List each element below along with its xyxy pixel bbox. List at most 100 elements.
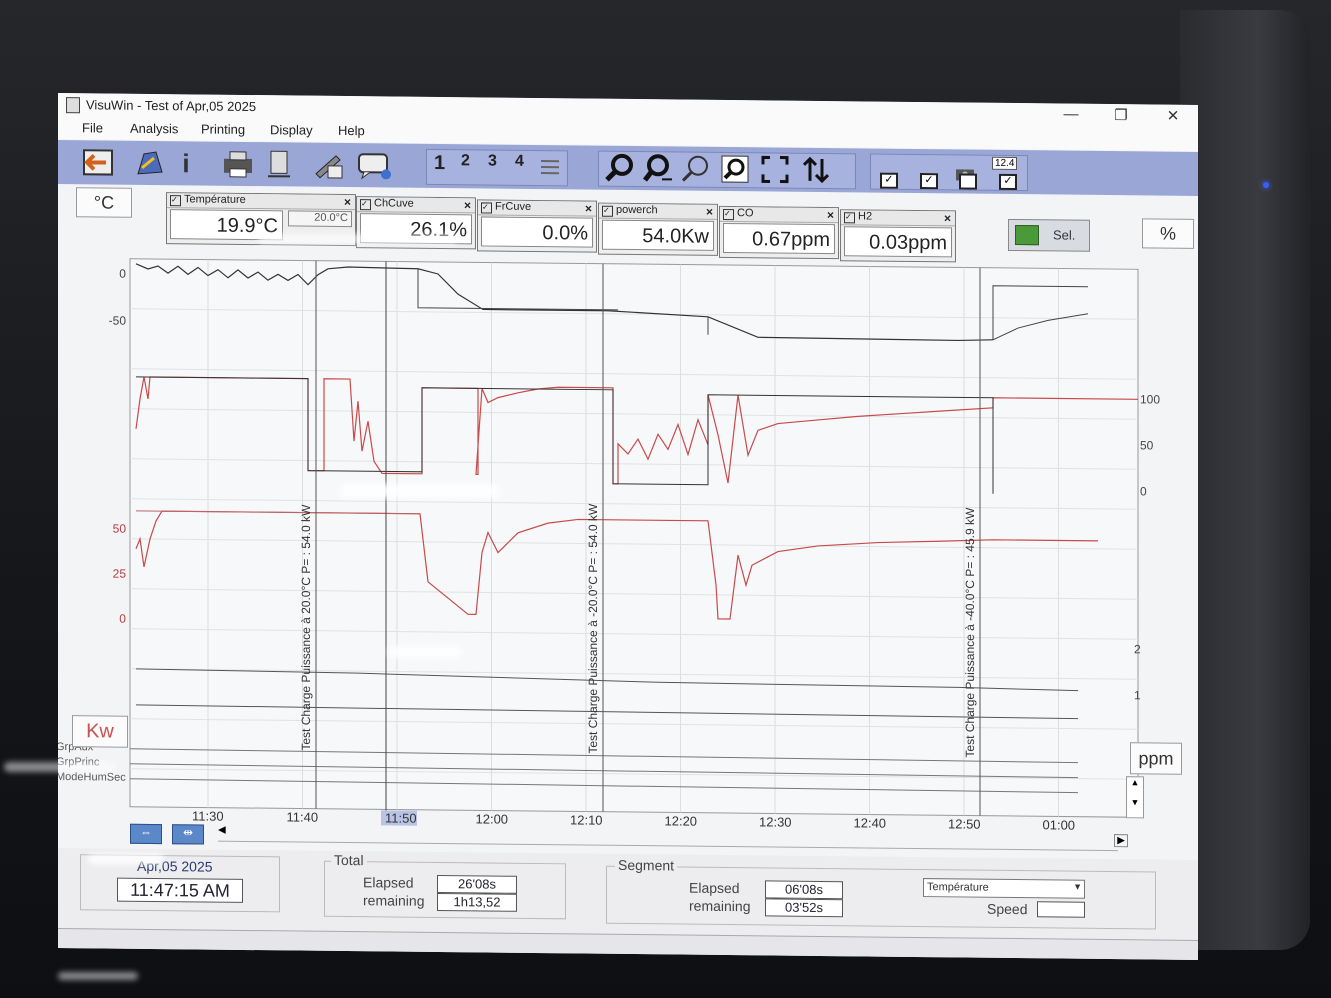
shrink-time-button[interactable]: ⇹ xyxy=(172,824,204,845)
sensor-chcuve-name: ChCuve xyxy=(374,197,414,210)
sensor-temperature-setpoint: 20.0°C xyxy=(288,210,352,228)
sensor-powerch-value: 54.0Kw xyxy=(602,219,714,251)
expand-time-button[interactable]: ⇔ xyxy=(130,823,162,845)
sensor-chcuve-checkbox[interactable]: ✓ xyxy=(360,199,371,211)
segment-remaining-label: remaining xyxy=(689,897,751,915)
exit-icon[interactable] xyxy=(78,146,118,178)
y-tick-ppm: 2 xyxy=(1134,642,1141,656)
segment-label: Segment xyxy=(615,856,678,874)
menu-help[interactable]: Help xyxy=(338,123,365,138)
zoom-in-icon[interactable] xyxy=(678,152,714,184)
total-elapsed-value: 26'08s xyxy=(437,874,517,894)
trend-chart: 0-501005005025021GrpAuxGrpPrincModeHumSe… xyxy=(58,248,1198,840)
scroll-left-icon[interactable]: ◀ xyxy=(218,825,226,836)
unit-kw-label: Kw xyxy=(72,715,128,748)
page-2-button[interactable]: 2 xyxy=(461,152,470,170)
unit-percent-label: % xyxy=(1142,218,1194,249)
edit-icon[interactable] xyxy=(308,149,348,181)
speed-label: Speed xyxy=(987,900,1028,918)
unit-celsius-label: °C xyxy=(76,187,132,218)
monitor-edge xyxy=(1180,10,1310,950)
x-tick-label: 11:30 xyxy=(192,808,224,824)
sensor-frcuve-name: FrCuve xyxy=(495,200,532,213)
x-tick-label: 12:00 xyxy=(475,811,509,827)
option-checkbox-2[interactable]: ✓ xyxy=(920,173,938,190)
menu-analysis[interactable]: Analysis xyxy=(130,121,178,137)
visuwin-window: VisuWin - Test of Apr,05 2025 — ❐ ✕ File… xyxy=(58,93,1198,960)
sensor-chcuve-close[interactable]: × xyxy=(464,198,471,212)
comment-icon[interactable] xyxy=(354,149,394,181)
sensor-h2-close[interactable]: × xyxy=(944,211,951,225)
zoom-out-icon[interactable] xyxy=(640,152,676,184)
speed-value[interactable] xyxy=(1037,901,1085,918)
menu-file[interactable]: File xyxy=(82,120,103,135)
y-tick-percent: 0 xyxy=(1140,484,1147,498)
y-tick-temp: 0 xyxy=(119,267,126,281)
option-checkbox-1[interactable]: ✓ xyxy=(880,172,898,189)
sensor-frcuve-checkbox[interactable]: ✓ xyxy=(481,202,492,214)
sensor-powerch-checkbox[interactable]: ✓ xyxy=(602,205,613,217)
channel-select[interactable]: Température ▼ xyxy=(923,878,1085,899)
menu-display[interactable]: Display xyxy=(270,122,313,137)
page-1-button[interactable]: 1 xyxy=(434,152,445,175)
restore-button[interactable]: ❐ xyxy=(1103,106,1139,124)
x-tick-label: 12:30 xyxy=(759,814,792,830)
close-button[interactable]: ✕ xyxy=(1155,106,1191,125)
sensor-frcuve-close[interactable]: × xyxy=(585,202,592,216)
window-title: VisuWin - Test of Apr,05 2025 xyxy=(86,97,257,115)
open-icon[interactable] xyxy=(132,147,168,179)
plot-area xyxy=(129,258,1139,818)
x-tick-label: 12:20 xyxy=(664,813,698,829)
sensor-co: ✓ CO × 0.67ppm xyxy=(719,205,839,260)
swap-icon[interactable] xyxy=(798,154,834,186)
sensor-frcuve: ✓ FrCuve × 0.0% xyxy=(477,199,597,253)
channel-select-value: Température xyxy=(927,881,989,894)
option-checkbox-4[interactable]: ✓ xyxy=(999,173,1017,191)
fit-icon[interactable] xyxy=(758,153,792,185)
segment-elapsed-value: 06'08s xyxy=(765,880,843,900)
y-tick-percent: 50 xyxy=(1140,438,1154,452)
sensor-temperature-checkbox[interactable]: ✓ xyxy=(170,195,181,207)
list-icon[interactable] xyxy=(538,151,562,183)
vertical-scrollbar[interactable]: ▲ ▼ xyxy=(1126,776,1144,819)
page-4-button[interactable]: 4 xyxy=(515,153,524,171)
y-tick-percent: 100 xyxy=(1140,392,1160,406)
zoom-window-icon[interactable] xyxy=(718,153,752,185)
segment-box: Segment Elapsed remaining 06'08s 03'52s … xyxy=(606,856,1156,930)
y-tick-power: 25 xyxy=(113,567,127,581)
y-tick-temp: -50 xyxy=(109,314,127,328)
sensor-h2-name: H2 xyxy=(858,210,873,223)
select-button[interactable]: Sel. xyxy=(1008,218,1090,252)
sensor-h2: ✓ H2 × 0.03ppm xyxy=(840,209,956,263)
chevron-down-icon: ▼ xyxy=(1073,881,1082,892)
screen-glare xyxy=(4,762,114,772)
scroll-right-icon[interactable]: ▶ xyxy=(1114,834,1128,848)
screen-glare xyxy=(88,854,164,864)
sensor-h2-checkbox[interactable]: ✓ xyxy=(844,212,855,224)
total-box: Total Elapsed remaining 26'08s 1h13,52 xyxy=(324,851,566,920)
segment-elapsed-label: Elapsed xyxy=(689,879,740,897)
unit-ppm-label: ppm xyxy=(1130,742,1182,775)
horizontal-scrollbar[interactable]: ◀ ▶ xyxy=(218,825,1128,852)
zoom-icon[interactable] xyxy=(602,152,638,184)
sensor-temperature-close[interactable]: × xyxy=(344,195,351,209)
option-checkbox-3[interactable] xyxy=(959,173,977,190)
x-tick-label: 12:10 xyxy=(570,812,603,828)
print-icon[interactable] xyxy=(218,148,258,180)
sensor-co-close[interactable]: × xyxy=(827,208,834,222)
minimize-button[interactable]: — xyxy=(1053,105,1089,123)
page-3-button[interactable]: 3 xyxy=(488,153,497,171)
x-tick-label: 01:00 xyxy=(1042,817,1076,833)
x-tick-label: 12:40 xyxy=(853,815,887,831)
select-button-label: Sel. xyxy=(1053,227,1076,243)
info-icon[interactable]: i xyxy=(174,147,198,179)
sensor-h2-value: 0.03ppm xyxy=(844,226,952,258)
page-icon[interactable] xyxy=(262,148,296,180)
menu-printing[interactable]: Printing xyxy=(201,121,245,136)
sensor-co-checkbox[interactable]: ✓ xyxy=(723,208,734,221)
sensor-powerch-close[interactable]: × xyxy=(706,205,713,219)
screen-glare xyxy=(340,484,500,498)
sensor-co-name: CO xyxy=(737,207,754,220)
segment-annotation: Test Charge Puissance à -40.0°C P= : 45.… xyxy=(963,507,977,758)
sensor-powerch-name: powerch xyxy=(616,203,658,217)
